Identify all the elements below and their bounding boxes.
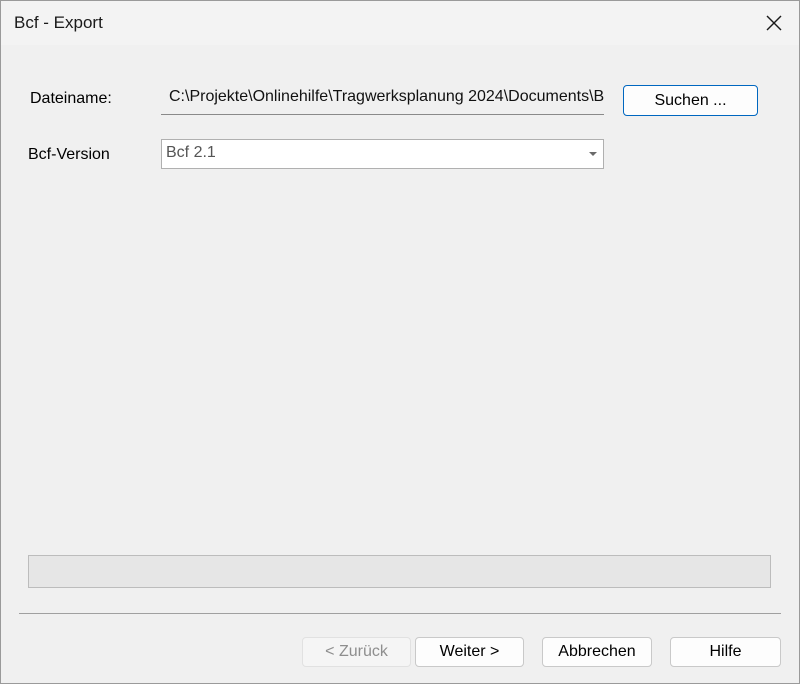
progress-bar: [28, 555, 771, 588]
separator: [19, 613, 781, 614]
close-button[interactable]: [749, 1, 799, 45]
close-icon: [766, 15, 782, 31]
bcf-version-value: Bcf 2.1: [166, 144, 216, 161]
help-button[interactable]: Hilfe: [670, 637, 781, 667]
chevron-down-icon[interactable]: [589, 152, 597, 156]
next-button[interactable]: Weiter >: [415, 637, 524, 667]
title-bar: Bcf - Export: [1, 1, 799, 45]
search-button[interactable]: Suchen ...: [623, 85, 758, 116]
filename-label: Dateiname:: [30, 90, 112, 107]
bcf-version-select[interactable]: Bcf 2.1: [161, 139, 604, 169]
export-dialog: Bcf - Export Dateiname: C:\Projekte\Onli…: [0, 0, 800, 684]
version-label: Bcf-Version: [28, 146, 110, 163]
back-button[interactable]: < Zurück: [302, 637, 411, 667]
window-title: Bcf - Export: [14, 13, 103, 32]
cancel-button[interactable]: Abbrechen: [542, 637, 652, 667]
filename-field[interactable]: C:\Projekte\Onlinehilfe\Tragwerksplanung…: [161, 83, 604, 115]
